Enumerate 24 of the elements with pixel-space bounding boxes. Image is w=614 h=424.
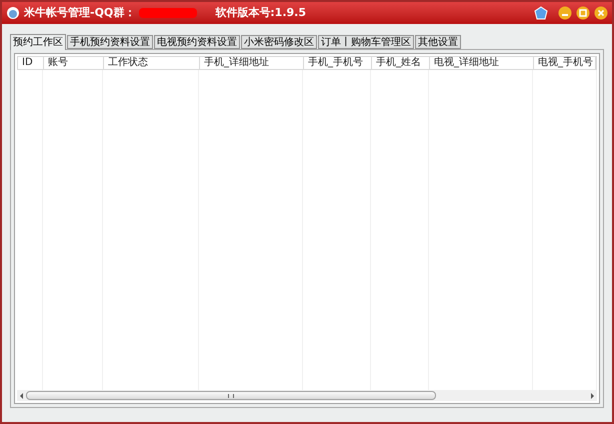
redaction-bar xyxy=(139,8,198,18)
tab[interactable]: 订单丨购物车管理区 xyxy=(318,35,414,49)
horizontal-scrollbar[interactable] xyxy=(17,390,597,401)
version-label: 软件版本号:1.9.5 xyxy=(215,4,306,21)
column-header[interactable]: 手机_手机号 xyxy=(304,57,372,69)
column-header[interactable]: 工作状态 xyxy=(104,57,200,69)
window-title: 米牛帐号管理-QQ群： xyxy=(24,4,136,21)
tab[interactable]: 预约工作区 xyxy=(10,34,66,50)
column-header[interactable]: ID xyxy=(18,57,44,69)
close-icon[interactable] xyxy=(594,6,608,20)
tab[interactable]: 小米密码修改区 xyxy=(241,35,317,49)
column-header[interactable]: 手机_姓名 xyxy=(372,57,430,69)
app-icon xyxy=(6,6,20,20)
scroll-left-icon[interactable] xyxy=(20,392,23,398)
column-header[interactable]: 电视_手机号 xyxy=(534,57,596,69)
tab[interactable]: 其他设置 xyxy=(415,35,461,49)
scrollbar-thumb[interactable] xyxy=(26,391,436,400)
scroll-right-icon[interactable] xyxy=(591,392,594,398)
minimize-icon[interactable] xyxy=(558,6,572,20)
tab[interactable]: 电视预约资料设置 xyxy=(154,35,240,49)
skin-icon[interactable] xyxy=(534,6,548,20)
column-header[interactable]: 账号 xyxy=(44,57,104,69)
tab[interactable]: 手机预约资料设置 xyxy=(67,35,153,49)
maximize-icon[interactable] xyxy=(576,6,590,20)
